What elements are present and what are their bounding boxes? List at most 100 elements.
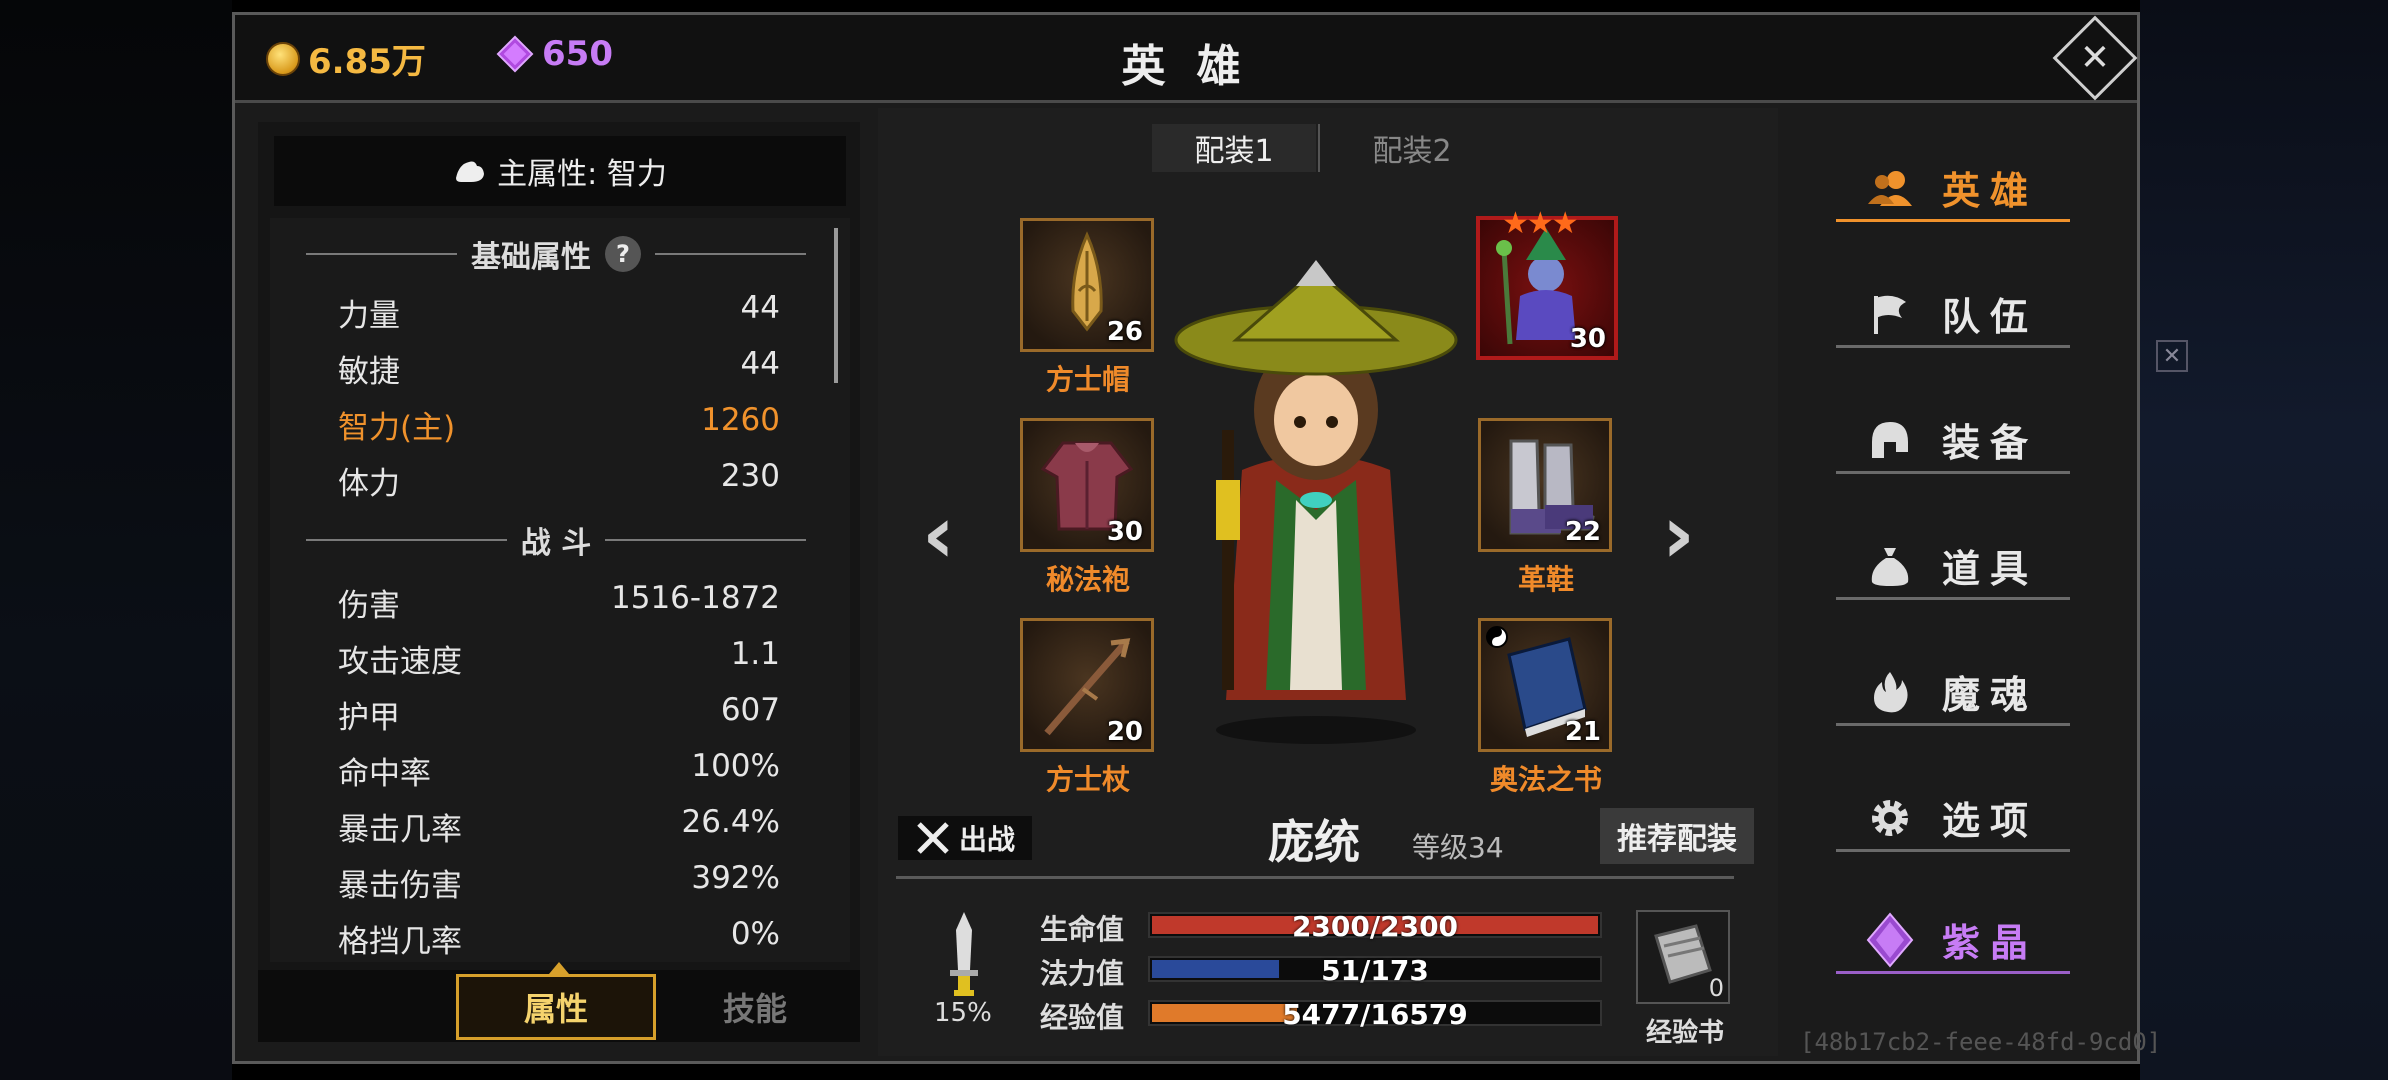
slot-label-book: 奥法之书 <box>1489 763 1602 796</box>
stat-label: 力量 <box>338 298 400 334</box>
hp-text: 2300/2300 <box>1291 910 1459 943</box>
slot-level: 30 <box>1569 324 1606 354</box>
slot-level: 21 <box>1564 717 1601 747</box>
stat-value: 607 <box>720 692 780 728</box>
equip-slot-staff[interactable]: 20 <box>1020 618 1154 752</box>
mp-bar: 51/173 <box>1148 954 1602 987</box>
nav-label: 选项 <box>1942 799 2039 843</box>
equip-slot-book[interactable]: 21 <box>1478 618 1612 752</box>
stat-row: 暴击伤害 392% <box>338 860 780 905</box>
hero-level: 等级34 <box>1412 831 1504 864</box>
gem-amount: 650 <box>542 34 613 74</box>
exp-book-slot[interactable]: 0 <box>1636 910 1730 1004</box>
companion-stars-icon: ★★★ <box>1502 206 1579 241</box>
xp-text: 5477/16579 <box>1282 998 1468 1031</box>
nav-items[interactable]: 道具 <box>1836 534 2070 600</box>
nav-amethyst[interactable]: 紫晶 <box>1836 908 2070 974</box>
stat-value: 1260 <box>701 402 780 438</box>
stat-value: 230 <box>720 458 780 494</box>
equip-slot-robe[interactable]: 30 <box>1020 418 1154 552</box>
stat-value: 44 <box>740 290 780 326</box>
flame-icon <box>1866 668 1914 716</box>
tab-loadout-2[interactable]: 配装2 <box>1322 124 1502 172</box>
nav-equipment[interactable]: 装备 <box>1836 408 2070 474</box>
stat-label: 命中率 <box>338 756 431 792</box>
stat-row: 攻击速度 1.1 <box>338 636 780 681</box>
stat-row: 暴击几率 26.4% <box>338 804 780 849</box>
stat-label: 暴击几率 <box>338 812 462 848</box>
deploy-label: 出战 <box>958 823 1015 856</box>
background-right <box>2140 0 2388 1080</box>
slot-label-robe: 秘法袍 <box>1045 563 1130 596</box>
stat-value: 1516-1872 <box>611 580 780 616</box>
gem-icon <box>1866 911 1914 968</box>
stat-value: 26.4% <box>681 804 780 840</box>
gold-counter: 6.85万 <box>266 34 426 83</box>
close-icon: ✕ <box>2079 37 2111 79</box>
stat-label: 体力 <box>338 466 400 502</box>
exp-book-label: 经验书 <box>1645 1018 1724 1048</box>
weapon-percent: 15% <box>934 998 992 1028</box>
gear-icon <box>1866 794 1914 842</box>
hero-icon <box>1866 164 1914 212</box>
mp-text: 51/173 <box>1321 954 1429 987</box>
slot-label-hat: 方士帽 <box>1045 363 1130 396</box>
slot-level: 26 <box>1106 317 1143 347</box>
nav-label: 道具 <box>1942 547 2039 591</box>
slot-label-staff: 方士杖 <box>1045 763 1130 796</box>
tab-attributes[interactable]: 属性 <box>456 974 656 1040</box>
xp-label: 经验值 <box>1040 1001 1125 1034</box>
stat-label: 格挡几率 <box>338 924 462 960</box>
muscle-icon <box>456 161 485 182</box>
next-hero-arrow-icon[interactable]: › <box>1662 488 1695 581</box>
nav-label: 紫晶 <box>1942 921 2039 965</box>
stats-scrollbar[interactable] <box>834 228 838 383</box>
bag-icon <box>1866 542 1914 590</box>
stat-row: 敏捷 44 <box>338 346 780 391</box>
hero-divider <box>896 876 1734 879</box>
nav-options[interactable]: 选项 <box>1836 786 2070 852</box>
nav-hero[interactable]: 英雄 <box>1836 156 2070 222</box>
slot-level: 30 <box>1106 517 1143 547</box>
hp-label: 生命值 <box>1040 913 1125 946</box>
sword-icon <box>950 912 978 996</box>
equip-slot-boots[interactable]: 22 <box>1478 418 1612 552</box>
stat-row: 力量 44 <box>338 290 780 335</box>
mp-label: 法力值 <box>1040 957 1125 990</box>
combat-stats-title: 战 斗 <box>520 526 592 561</box>
hero-name: 庞统 <box>1268 815 1360 869</box>
stat-row: 伤害 1516-1872 <box>338 580 780 625</box>
slot-level: 22 <box>1564 517 1601 547</box>
prev-hero-arrow-icon[interactable]: ‹ <box>922 488 955 581</box>
stat-value: 1.1 <box>730 636 780 672</box>
nav-label: 魔魂 <box>1942 673 2039 717</box>
stat-row: 体力 230 <box>338 458 780 503</box>
helmet-icon <box>1866 416 1914 464</box>
help-icon[interactable]: ? <box>605 236 641 272</box>
stat-row: 命中率 100% <box>338 748 780 793</box>
nav-team[interactable]: 队伍 <box>1836 282 2070 348</box>
nav-label: 装备 <box>1942 421 2039 465</box>
nav-soul[interactable]: 魔魂 <box>1836 660 2070 726</box>
combat-stats-header: 战 斗 <box>306 518 807 562</box>
stats-list[interactable]: 基础属性 ? 力量 44 敏捷 44 智力(主) 1260 体力 230 战 斗 伤害 1… <box>270 218 850 962</box>
stat-label: 攻击速度 <box>338 644 462 680</box>
gem-icon <box>496 35 534 73</box>
stat-row-primary: 智力(主) 1260 <box>338 402 780 447</box>
tab-loadout-1[interactable]: 配装1 <box>1152 124 1316 172</box>
equip-slot-hat[interactable]: 26 <box>1020 218 1154 352</box>
nav-label: 英雄 <box>1942 169 2039 213</box>
exp-book-count: 0 <box>1708 974 1724 1002</box>
basic-stats-header: 基础属性 ? <box>306 232 806 276</box>
stat-value: 44 <box>740 346 780 382</box>
stat-label: 暴击伤害 <box>338 868 462 904</box>
background-close-icon: ✕ <box>2156 340 2188 372</box>
tab-skills[interactable]: 技能 <box>680 974 830 1040</box>
deploy-button[interactable]: 出战 <box>898 816 1032 860</box>
basic-stats-title: 基础属性 <box>471 240 591 275</box>
gem-counter: 650 <box>496 34 613 74</box>
recommend-loadout-button[interactable]: 推荐配装 <box>1600 808 1754 864</box>
gold-coin-icon <box>266 41 300 76</box>
page-title: 英 雄 <box>1121 41 1249 92</box>
flag-icon <box>1866 290 1914 338</box>
